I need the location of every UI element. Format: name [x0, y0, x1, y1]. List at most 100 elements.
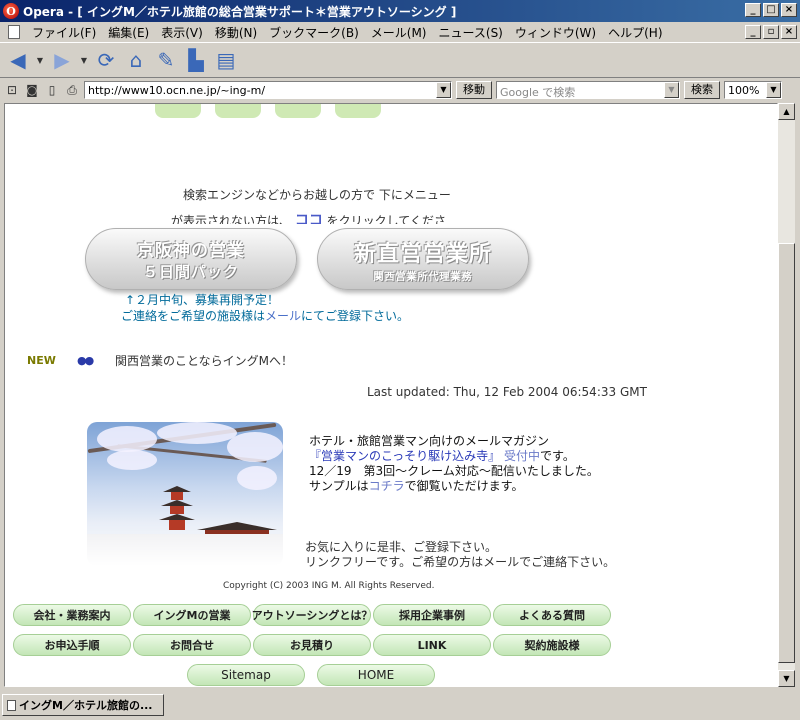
mag-line2: 『営業マンのこっそり駆け込み寺』 受付中です。 [309, 449, 599, 464]
go-button[interactable]: 移動 [456, 81, 492, 99]
mag-line3: 12／19 第3回～クレーム対応～配信いたしました。 [309, 464, 599, 478]
nav-link[interactable]: LINK [373, 634, 491, 656]
search-field[interactable]: Google で検索 ▼ [496, 81, 680, 99]
menu-edit[interactable]: 編集(E) [102, 24, 155, 41]
kansai-5day-pack-banner[interactable]: 京阪神の営業 ５日間パック [85, 228, 297, 290]
nav-outsourcing[interactable]: アウトソーシングとは？ [252, 604, 372, 626]
vertical-scrollbar[interactable]: ▲ ▼ [778, 103, 795, 687]
title-bar: O Opera - [ イングM／ホテル旅館の総合営業サポート＊営業アウトソーシ… [0, 0, 800, 22]
banner2-line1: 新直営営業所 [353, 241, 492, 267]
page-tab-bar: イングM／ホテル旅館の... [0, 690, 800, 720]
menu-notice-line1: 検索エンジンなどからお越しの方で 下にメニュー [183, 188, 451, 202]
mag-line1: ホテル・旅館営業マン向けのメールマガジン [309, 434, 550, 448]
nav-contact[interactable]: お問合せ [133, 634, 251, 656]
forward-history-dropdown-icon[interactable]: ▼ [80, 48, 88, 72]
sample-link[interactable]: コチラ [369, 479, 405, 493]
nav-sitemap[interactable]: Sitemap [187, 664, 305, 686]
nav-application-steps[interactable]: お申込手順 [13, 634, 131, 656]
last-updated: Last updated: Thu, 12 Feb 2004 06:54:33 … [367, 385, 647, 399]
document-icon[interactable]: ▤ [214, 48, 238, 72]
forward-arrow-icon[interactable]: ▶ [50, 48, 74, 72]
scroll-up-icon[interactable]: ▲ [778, 103, 795, 120]
notice-post: をクリックしてくださ [326, 214, 446, 224]
window-title: Opera - [ イングM／ホテル旅館の総合営業サポート＊営業アウトソーシング… [23, 4, 457, 19]
page-tab[interactable]: イングM／ホテル旅館の... [2, 694, 164, 716]
scroll-thumb[interactable] [778, 243, 795, 663]
recruit-mail-link[interactable]: メール [265, 309, 301, 323]
menu-bookmarks[interactable]: ブックマーク(B) [263, 24, 365, 41]
hotlist-icon[interactable]: ✎ [154, 48, 178, 72]
minimize-button[interactable]: _ [745, 3, 761, 17]
maximize-button[interactable]: □ [763, 3, 779, 17]
url-text: http://www10.ocn.ne.jp/~ing-m/ [88, 84, 266, 97]
search-button[interactable]: 検索 [684, 81, 720, 99]
zoom-dropdown-icon[interactable]: ▼ [766, 82, 781, 98]
recruit-contact-pre: ご連絡をご希望の施設様は [121, 309, 266, 323]
nav-faq[interactable]: よくある質問 [493, 604, 611, 626]
menu-bar: ファイル(F) 編集(E) 表示(V) 移動(N) ブックマーク(B) メール(… [0, 22, 800, 42]
opera-logo-icon: O [3, 3, 19, 19]
notice-pre: が表示されない方は、 [171, 214, 292, 224]
menu-help[interactable]: ヘルプ(H) [602, 24, 668, 41]
copyright: Copyright (C) 2003 ING M. All Rights Res… [223, 581, 435, 591]
banner1-line2: ５日間パック [142, 263, 239, 281]
recruit-contact-post: にてご登録下さい。 [301, 309, 410, 323]
news-item: NEW ●● 関西営業のことならイングMへ！ [27, 352, 293, 369]
print-small-icon[interactable]: ⎙ [64, 82, 80, 98]
reload-icon[interactable]: ⟳ [94, 48, 118, 72]
menu-news[interactable]: ニュース(S) [432, 24, 508, 41]
document-window-controls: _ ▫ × [745, 25, 797, 39]
menu-window[interactable]: ウィンドウ(W) [509, 24, 602, 41]
menu-notice-line2: が表示されない方は、 ココ をクリックしてくださ [171, 210, 446, 224]
mail-magazine-block: ホテル・旅館営業マン向けのメールマガジン 『営業マンのこっそり駆け込み寺』 受付… [309, 434, 599, 494]
temple-photo [87, 422, 283, 566]
mag-title-link[interactable]: 『営業マンのこっそり駆け込み寺』 [309, 449, 500, 463]
nav-estimate[interactable]: お見積り [253, 634, 371, 656]
home-icon[interactable]: ⌂ [124, 48, 148, 72]
navigation-toolbar: ◀ ▼ ▶ ▼ ⟳ ⌂ ✎ ▙ ▤ [0, 42, 800, 78]
new-badge: NEW [27, 354, 56, 367]
search-placeholder: Google で検索 [500, 86, 576, 99]
security-lock-icon[interactable]: ⊡ [4, 82, 20, 98]
window-controls: _ □ × [745, 3, 797, 17]
mag-line4: サンプルはコチラで御覧いただけます。 [309, 479, 599, 494]
zoom-select[interactable]: 100% ▼ [724, 81, 782, 99]
new-branch-office-banner[interactable]: 新直営営業所 関西営業所代理業務 [317, 228, 529, 290]
nav-company-info[interactable]: 会社・業務案内 [13, 604, 131, 626]
print-icon[interactable]: ▙ [184, 48, 208, 72]
tab-document-icon [7, 699, 16, 711]
url-history-dropdown-icon[interactable]: ▼ [436, 82, 451, 98]
page-viewport: 検索エンジンなどからお越しの方で 下にメニュー が表示されない方は、 ココ をク… [4, 103, 778, 687]
menu-mail[interactable]: メール(M) [365, 24, 433, 41]
new-page-icon[interactable]: ▯ [44, 82, 60, 98]
menu-navigation[interactable]: 移動(N) [209, 24, 263, 41]
nav-contract-facilities[interactable]: 契約施設様 [493, 634, 611, 656]
scroll-down-icon[interactable]: ▼ [778, 670, 795, 687]
nav-home[interactable]: HOME [317, 664, 435, 686]
fav-line1: お気に入りに是非、ご登録下さい。 [305, 540, 498, 554]
news-text: 関西営業のことならイングMへ！ [115, 354, 293, 368]
banner1-line1: 京阪神の営業 [137, 241, 245, 261]
doc-minimize-button[interactable]: _ [745, 25, 761, 39]
doc-restore-button[interactable]: ▫ [763, 25, 779, 39]
mag-line4-pre: サンプルは [309, 479, 369, 493]
search-engine-dropdown-icon[interactable]: ▼ [664, 82, 679, 98]
mag-status-link[interactable]: 受付中 [504, 449, 540, 463]
menu-view[interactable]: 表示(V) [155, 24, 209, 41]
site-logo-partial [155, 104, 455, 118]
doc-close-button[interactable]: × [781, 25, 797, 39]
recruit-notice: ↑２月中旬、募集再開予定！ [125, 293, 280, 307]
back-history-dropdown-icon[interactable]: ▼ [36, 48, 44, 72]
koko-link[interactable]: ココ [295, 213, 323, 224]
back-arrow-icon[interactable]: ◀ [6, 48, 30, 72]
banner2-line2: 関西営業所代理業務 [373, 271, 473, 283]
url-field[interactable]: http://www10.ocn.ne.jp/~ing-m/ ▼ [84, 81, 452, 99]
close-button[interactable]: × [781, 3, 797, 17]
nav-case-studies[interactable]: 採用企業事例 [373, 604, 491, 626]
camera-icon[interactable]: ◙ [24, 82, 40, 98]
nav-ingm-sales[interactable]: イングMの営業 [133, 604, 251, 626]
mag-status-post: です。 [540, 449, 575, 463]
bullet-dots-icon: ●● [77, 354, 94, 367]
zoom-value: 100% [728, 84, 760, 97]
menu-file[interactable]: ファイル(F) [26, 24, 102, 41]
